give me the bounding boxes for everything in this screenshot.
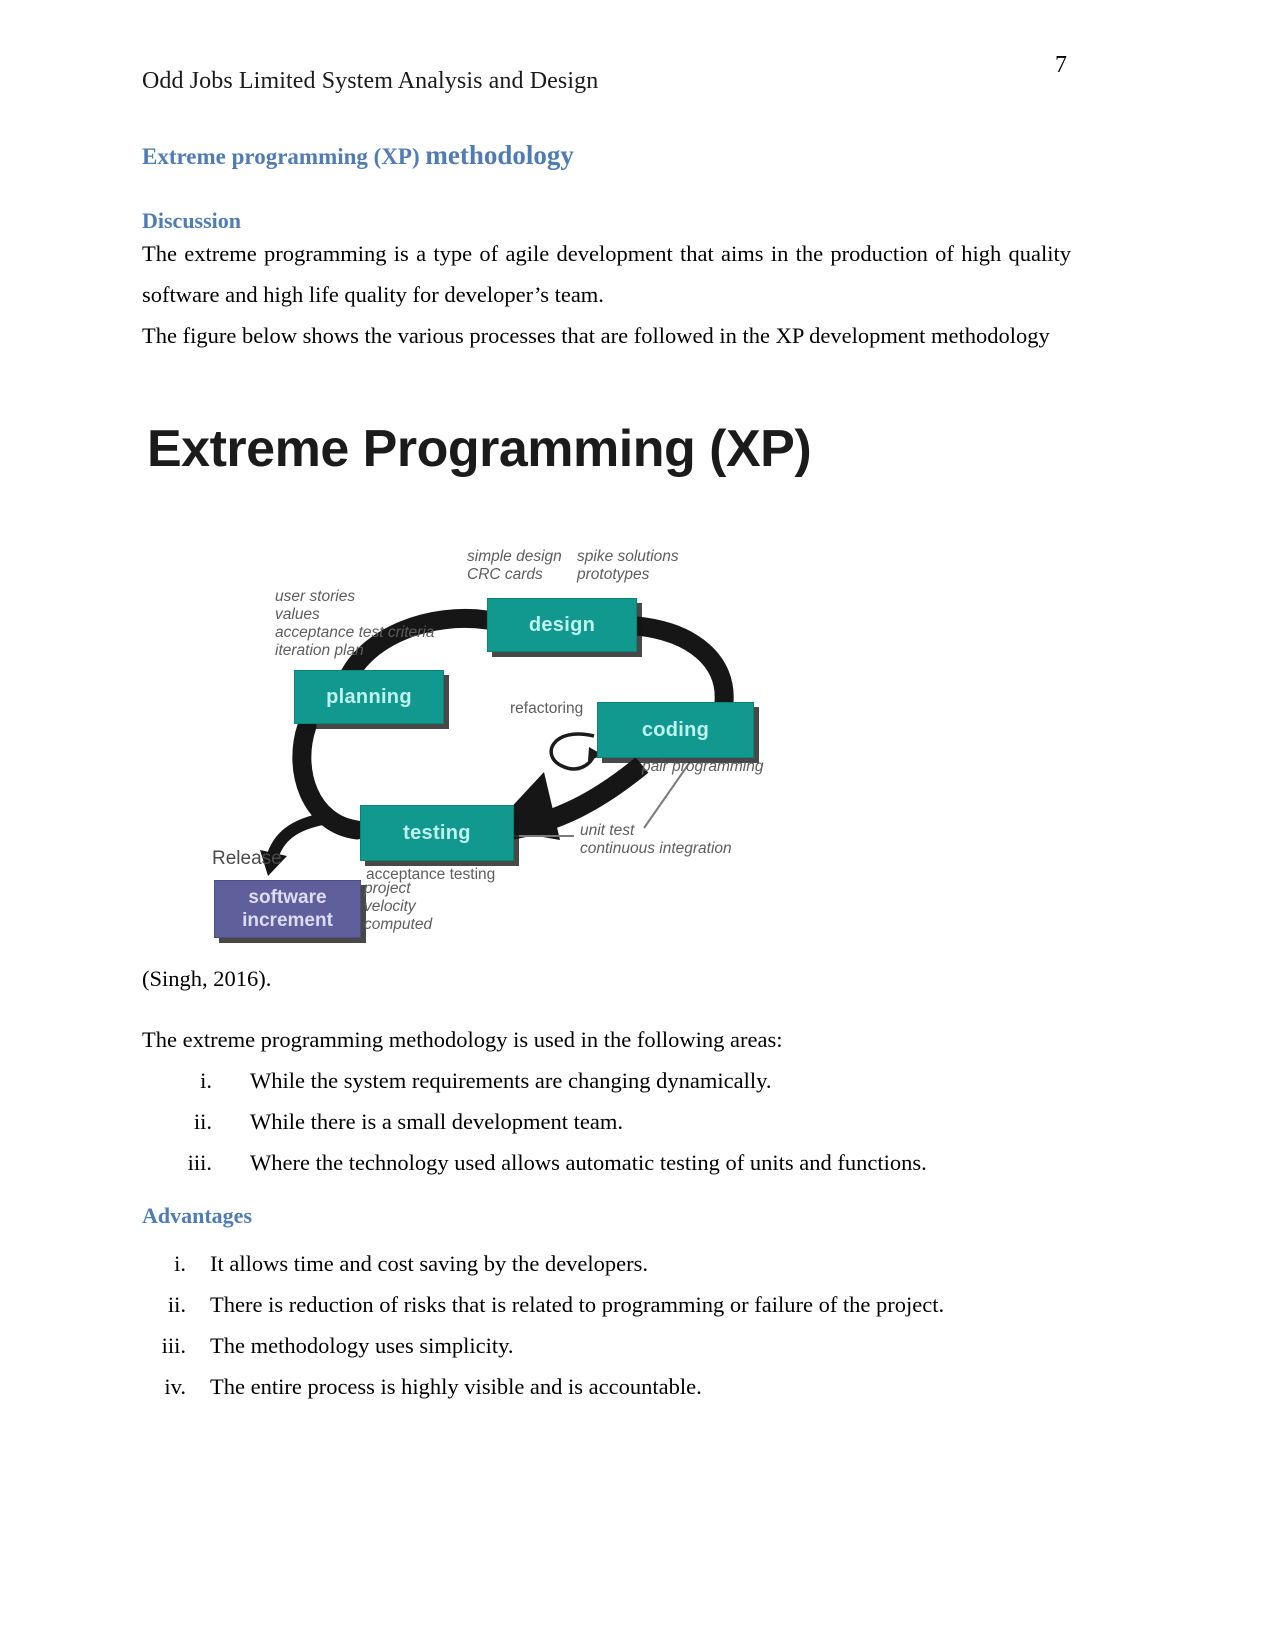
list-item-text: The methodology uses simplicity. [210,1333,514,1358]
list-item-number: ii. [193,1109,212,1134]
process-box-planning-label: planning [326,685,412,708]
section-heading-discussion: Discussion [142,208,242,233]
list-item-number: iv. [164,1374,186,1399]
label-planning-inputs-line4: iteration plan [275,642,364,659]
running-header: Odd Jobs Limited System Analysis and Des… [142,68,599,94]
advantages-list: i. It allows time and cost saving by the… [142,1243,1071,1407]
paragraph-intro: The extreme programming is a type of agi… [142,241,1071,307]
process-box-design-label: design [528,613,596,636]
label-spike-solutions-line1: spike solutions [577,548,679,565]
label-unit-test-line2: continuous integration [580,840,732,857]
list-item-text: Where the technology used allows automat… [250,1150,927,1175]
list-item-number: i. [200,1068,212,1093]
label-simple-design-line2: CRC cards [467,566,543,583]
label-planning-inputs-line3: acceptance test criteria [275,624,435,641]
list-item: ii. While there is a small development t… [142,1101,1071,1142]
list-item-text: While there is a small development team. [250,1109,623,1134]
label-planning-inputs-line1: user stories [275,588,356,605]
list-item-number: i. [174,1251,186,1276]
list-item-number: ii. [167,1292,186,1317]
label-planning-inputs: user stories values acceptance test crit… [275,588,434,660]
label-release: Release [212,848,282,869]
label-unit-test-line1: unit test [580,822,635,839]
list-item: iv. The entire process is highly visible… [142,1366,1071,1407]
label-pair-programming: pair programming [642,758,764,775]
list-item: iii. The methodology uses simplicity. [142,1325,1071,1366]
process-box-design[interactable]: design [487,598,637,652]
figure-title: Extreme Programming (XP) [147,420,812,478]
list-item: iii. Where the technology used allows au… [142,1142,1071,1183]
label-project-velocity-line2: velocity [364,898,416,915]
list-item-text: There is reduction of risks that is rela… [210,1292,945,1317]
label-project-velocity-line1: project [364,880,411,897]
paragraph-figure-intro: The figure below shows the various proce… [142,323,1050,348]
label-project-velocity-line3: computed [364,916,433,933]
page-title-part1: Extreme programming (XP) [142,144,426,169]
process-box-coding[interactable]: coding [597,702,754,758]
software-increment-label-line2: increment [242,910,333,931]
process-box-coding-label: coding [641,718,710,741]
list-item: i. It allows time and cost saving by the… [142,1243,1071,1284]
list-item-text: It allows time and cost saving by the de… [210,1251,649,1276]
label-refactoring: refactoring [510,700,584,717]
label-spike-solutions-line2: prototypes [577,566,650,583]
list-item: i. While the system requirements are cha… [142,1060,1071,1101]
label-unit-test: unit test continuous integration [580,822,732,858]
page-title: Extreme programming (XP) methodology [142,140,574,171]
process-box-testing-label: testing [403,821,471,844]
paragraph-usage-areas: The extreme programming methodology is u… [142,1027,783,1052]
process-box-software-increment[interactable]: software increment [214,880,361,938]
citation: (Singh, 2016). [142,966,272,991]
list-item-number: iii. [187,1150,212,1175]
section-heading-advantages: Advantages [142,1203,253,1228]
list-item-text: While the system requirements are changi… [250,1068,772,1093]
page-title-part2: methodology [425,140,574,170]
label-spike-solutions: spike solutions prototypes [577,548,679,584]
label-simple-design: simple design CRC cards [467,548,562,584]
list-item-text: The entire process is highly visible and… [210,1374,702,1399]
areas-list: i. While the system requirements are cha… [142,1060,1071,1183]
page-number: 7 [1055,52,1067,78]
document-page: 7 Odd Jobs Limited System Analysis and D… [0,0,1275,1650]
label-simple-design-line1: simple design [467,548,562,565]
process-box-testing[interactable]: testing [360,805,514,861]
xp-figure: Extreme Programming (XP) design planning… [142,405,932,960]
list-item-number: iii. [161,1333,186,1358]
software-increment-label-line1: software [248,887,327,908]
process-box-planning[interactable]: planning [294,670,444,724]
label-project-velocity: project velocity computed [364,880,432,934]
xp-cycle-diagram: design planning coding testing software … [142,540,932,960]
list-item: ii. There is reduction of risks that is … [142,1284,1071,1325]
label-planning-inputs-line2: values [275,606,320,623]
